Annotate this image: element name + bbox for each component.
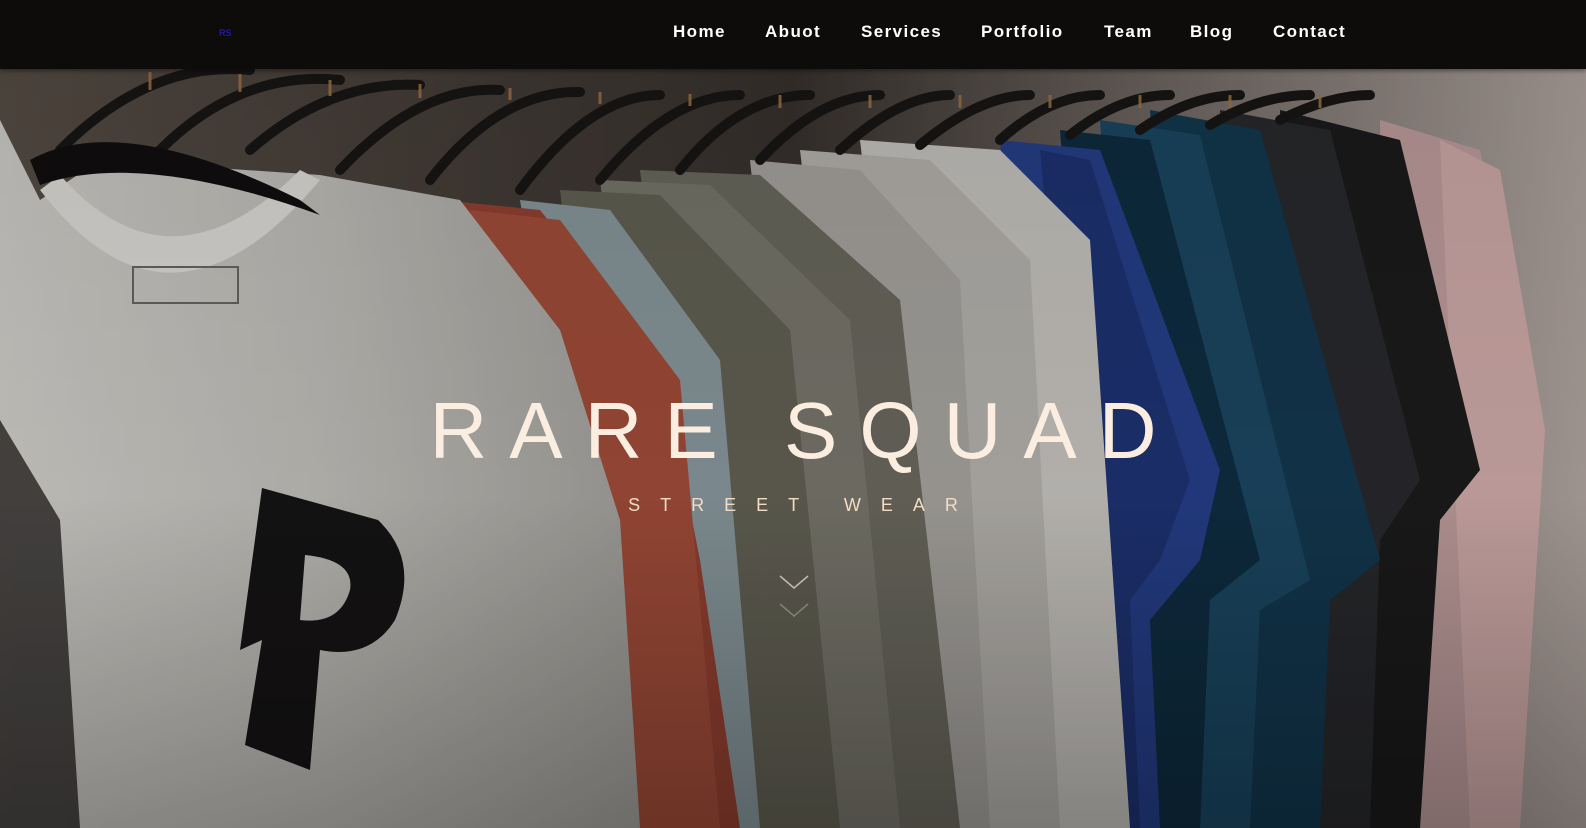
nav-link-contact[interactable]: Contact — [1273, 22, 1346, 42]
nav-link-home[interactable]: Home — [673, 22, 726, 42]
nav-link-about[interactable]: Abuot — [765, 22, 821, 42]
double-chevron-down-icon — [779, 575, 809, 617]
navbar: RS Home Abuot Services Portfolio Team Bl… — [0, 0, 1586, 69]
brand-logo-link[interactable]: RS — [219, 28, 232, 38]
nav-link-blog[interactable]: Blog — [1190, 22, 1233, 42]
nav-link-portfolio[interactable]: Portfolio — [981, 22, 1063, 42]
nav-link-team[interactable]: Team — [1104, 22, 1153, 42]
scroll-down-button[interactable] — [774, 572, 814, 624]
hero-subtitle: STREET WEAR — [628, 495, 978, 515]
nav-link-services[interactable]: Services — [861, 22, 942, 42]
hero-title: RARE SQUAD — [429, 386, 1179, 475]
